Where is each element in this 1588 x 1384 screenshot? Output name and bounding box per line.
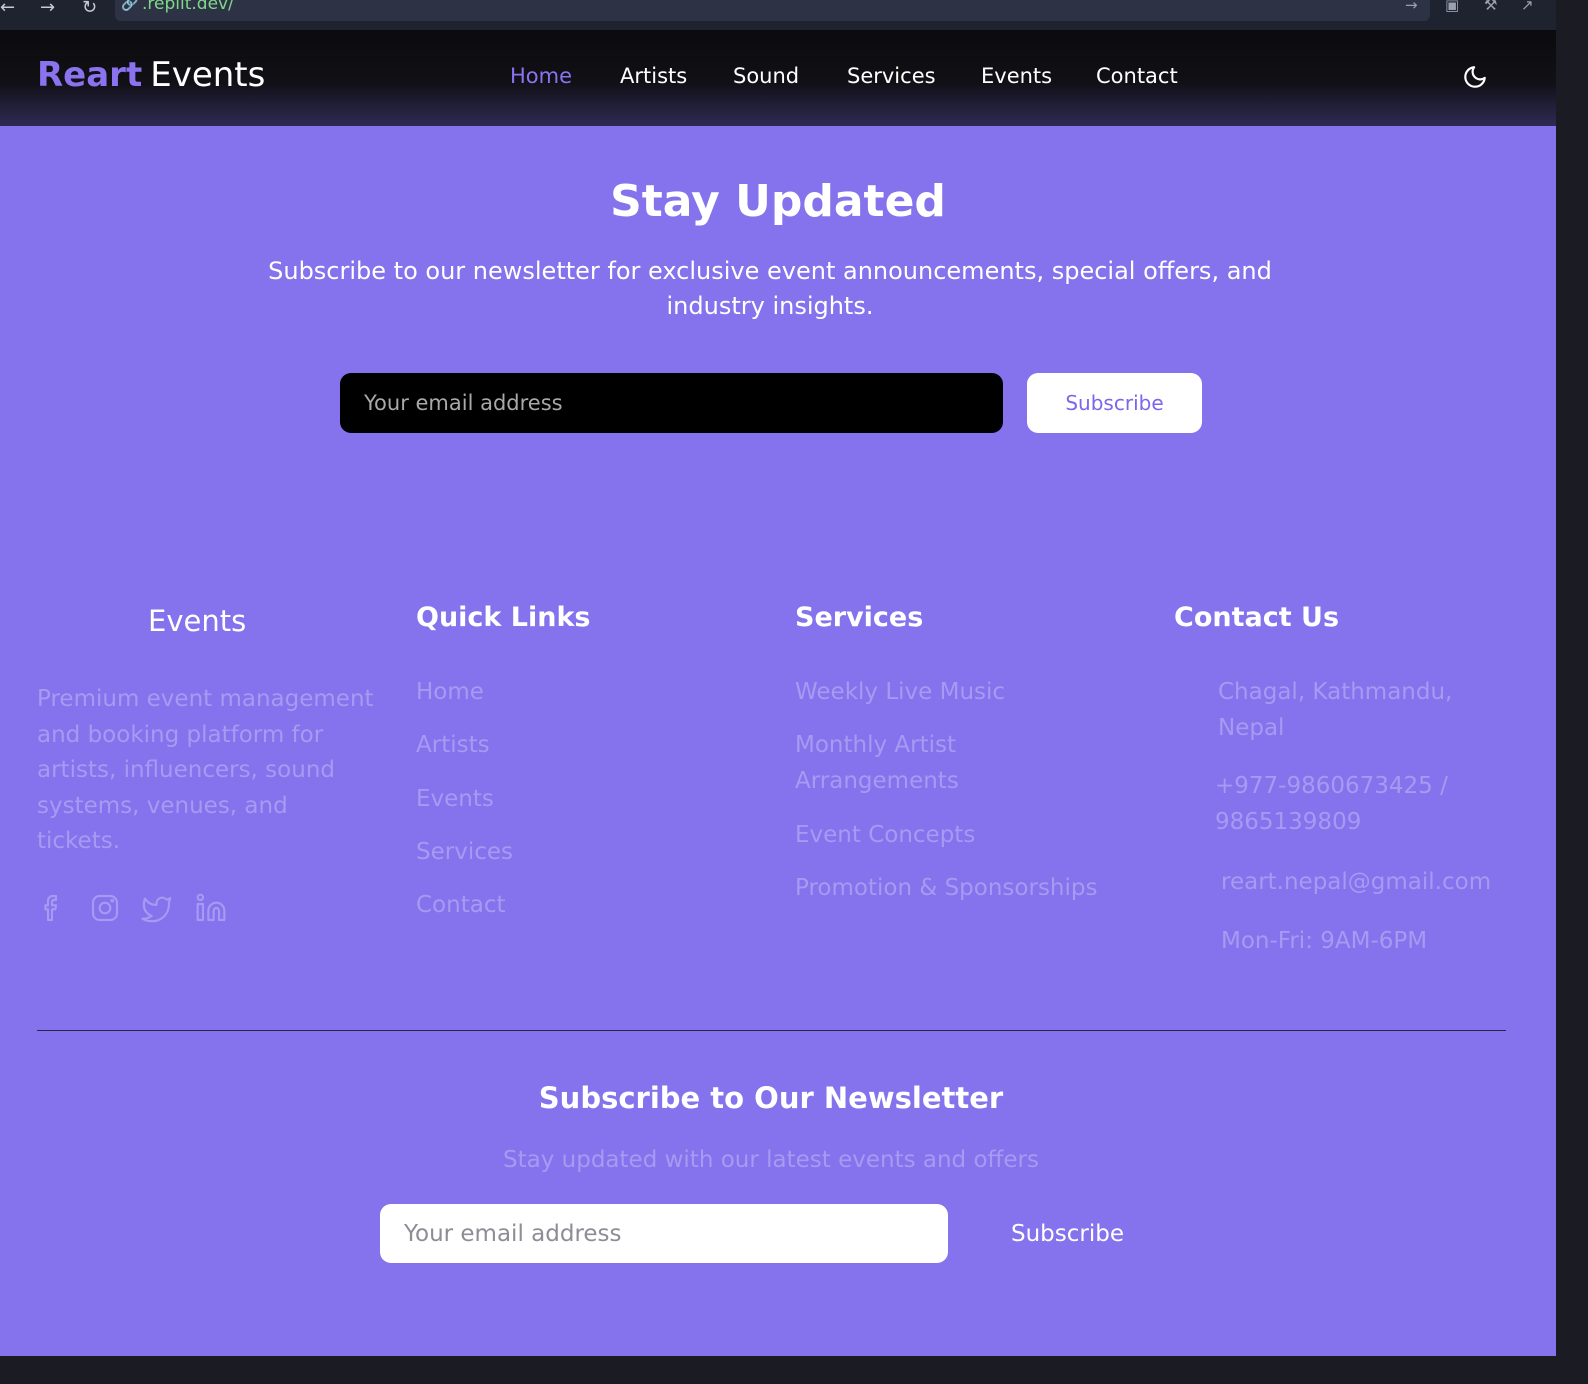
arrow-right-small-icon[interactable]: → [1405, 0, 1418, 14]
contact-email[interactable]: reart.nepal@gmail.com [1221, 865, 1491, 901]
nav-home[interactable]: Home [510, 64, 572, 88]
service-link-event-concepts[interactable]: Event Concepts [795, 818, 975, 854]
footer-link-contact[interactable]: Contact [416, 888, 505, 924]
newsletter-subtitle: Stay updated with our latest events and … [503, 1147, 1039, 1173]
moon-icon[interactable] [1462, 64, 1488, 90]
logo-brand: Reart [37, 55, 143, 95]
nav-services[interactable]: Services [847, 64, 936, 88]
instagram-icon[interactable] [89, 892, 121, 924]
services-title: Services [795, 602, 924, 633]
twitter-icon[interactable] [141, 892, 173, 924]
arrow-right-icon[interactable]: → [40, 0, 55, 17]
service-link-monthly-artist-arrangements[interactable]: Monthly Artist Arrangements [795, 728, 1055, 799]
page-root: ← → ↻ 🔗 .replit.dev/ → ▣ ⚒ ↗ Reart Events… [0, 0, 1588, 1384]
newsletter-email-input[interactable] [380, 1204, 948, 1263]
link-icon: 🔗 [121, 0, 139, 12]
stay-updated-email-input[interactable] [340, 373, 1003, 433]
logo[interactable]: Reart Events [37, 55, 265, 95]
footer-link-artists[interactable]: Artists [416, 728, 490, 764]
reload-icon[interactable]: ↻ [82, 0, 97, 17]
arrow-left-icon[interactable]: ← [0, 0, 15, 17]
browser-toolbar: ← → ↻ 🔗 .replit.dev/ → ▣ ⚒ ↗ [0, 0, 1588, 30]
window-gutter-bottom [0, 1356, 1588, 1384]
monitor-icon[interactable]: ▣ [1445, 0, 1459, 14]
logo-rest: Events [150, 55, 266, 95]
wrench-icon[interactable]: ⚒ [1484, 0, 1497, 14]
newsletter-subscribe-button[interactable]: Subscribe [990, 1204, 1145, 1263]
footer-divider [37, 1030, 1506, 1031]
quick-links-title: Quick Links [416, 602, 591, 633]
facebook-icon[interactable] [36, 892, 68, 924]
nav-sound[interactable]: Sound [733, 64, 799, 88]
service-link-weekly-live-music[interactable]: Weekly Live Music [795, 675, 1005, 711]
contact-hours: Mon-Fri: 9AM-6PM [1221, 928, 1428, 954]
stay-updated-subscribe-button[interactable]: Subscribe [1027, 373, 1202, 433]
footer-brand-title: Events [148, 604, 247, 638]
footer-link-home[interactable]: Home [416, 675, 484, 711]
contact-address: Chagal, Kathmandu, Nepal [1218, 679, 1453, 741]
address-bar[interactable] [115, 0, 1430, 21]
stay-updated-title: Stay Updated [610, 176, 946, 227]
nav-events[interactable]: Events [981, 64, 1052, 88]
external-link-icon[interactable]: ↗ [1521, 0, 1534, 14]
contact-phone: +977-9860673425 / 9865139809 [1215, 773, 1448, 835]
service-link-promotion-sponsorships[interactable]: Promotion & Sponsorships [795, 871, 1097, 907]
site-header: Reart Events Home Artists Sound Services … [0, 30, 1556, 126]
nav-contact[interactable]: Contact [1096, 64, 1178, 88]
main-content: Stay Updated Subscribe to our newsletter… [0, 126, 1556, 1356]
newsletter-title: Subscribe to Our Newsletter [538, 1081, 1004, 1115]
address-bar-url[interactable]: .replit.dev/ [142, 0, 234, 14]
linkedin-icon[interactable] [195, 892, 227, 924]
footer-link-services[interactable]: Services [416, 835, 513, 871]
nav-artists[interactable]: Artists [620, 64, 687, 88]
window-gutter-right [1556, 0, 1588, 1384]
contact-us-title: Contact Us [1174, 602, 1340, 633]
footer-about-text: Premium event management and booking pla… [37, 686, 374, 854]
footer-link-events[interactable]: Events [416, 782, 494, 818]
stay-updated-subtitle: Subscribe to our newsletter for exclusiv… [268, 257, 1272, 320]
